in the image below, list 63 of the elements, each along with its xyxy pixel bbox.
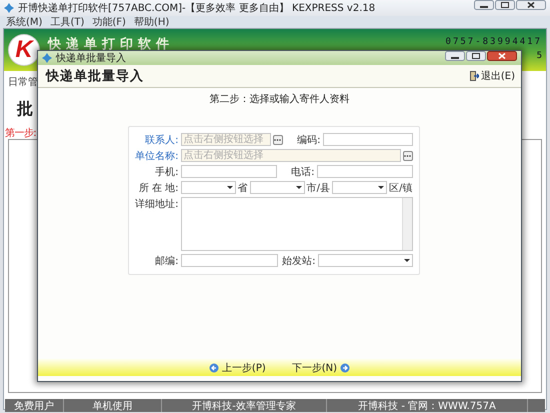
status-text: 开博科技-效率管理专家 [162,399,327,412]
field-label: 区/镇 [389,182,412,194]
dropdown[interactable] [332,181,388,194]
close-icon[interactable] [487,51,517,61]
dialog-heading: 快递单批量导入 [46,68,144,85]
field-label: 手机: [154,166,178,178]
exit-button[interactable]: 退出(E) [470,69,515,83]
input-field[interactable] [180,254,278,267]
dropdown[interactable] [180,181,236,194]
field-label: 联系人: [144,134,178,146]
dropdown[interactable] [318,254,412,267]
input-field[interactable] [180,165,276,178]
text-area[interactable] [180,197,412,251]
exit-icon [470,71,479,81]
phone-number: 0757-83994417 [446,37,542,47]
minimize-icon[interactable] [474,0,494,10]
minimize-icon[interactable] [445,51,465,61]
field-label: 单位名称: [134,150,178,162]
dialog-title: 快递单批量导入 [56,52,127,65]
menu-item[interactable]: 工具(T) [50,15,84,29]
menu-item[interactable]: 帮助(H) [134,15,170,29]
input-field[interactable]: 点击右侧按钮选择 [180,149,400,162]
maximize-icon[interactable] [466,51,486,61]
close-icon[interactable] [516,0,546,10]
step-title: 第二步：选择或输入寄件人资料 [208,92,350,107]
logo: K [9,35,39,65]
picker-button[interactable] [402,150,412,160]
caret-icon [404,259,410,262]
app-icon [4,3,14,13]
field-label: 省 [238,182,248,194]
picker-button[interactable] [272,134,282,144]
input-field[interactable]: 点击右侧按钮选择 [180,133,270,146]
dropdown[interactable] [250,181,305,194]
status-text: 单机使用 [64,399,162,412]
menu-item[interactable]: 功能(F) [92,15,126,29]
field-label: 电话: [290,166,314,178]
window-title: 开博快递单打印软件[757ABC.COM]-【更多效率 更多自由】 KEXPRESS v2.18 [18,2,376,15]
field-label: 市/县 [306,182,330,194]
phone-number: 5 [536,51,542,61]
field-label: 所 在 地: [138,182,178,194]
field-label: 详细地址: [134,198,178,211]
input-field[interactable] [316,165,412,178]
step-label: 第一步: [5,126,36,140]
caret-icon [226,186,233,189]
field-label: 编码: [296,134,320,146]
app-icon [42,53,52,63]
menu-item[interactable]: 系统(M) [6,15,42,29]
page-heading: 批 [17,99,33,120]
caret-icon [296,186,302,189]
next-button[interactable]: 下一步(N) [292,360,350,374]
left-arrow-icon [208,362,219,372]
input-field[interactable] [322,133,412,146]
app-name: 快递单打印软件 [48,36,174,52]
scrollbar[interactable] [402,198,412,250]
tab-label[interactable]: 日常管 [8,75,38,89]
field-label: 始发站: [281,254,316,268]
previous-button[interactable]: 上一步(P) [208,360,266,374]
status-text: 开博科技 - 官网：WWW.757A [327,399,528,412]
field-label: 邮编: [154,254,178,268]
right-arrow-icon [340,362,350,372]
caret-icon [378,186,384,189]
status-text: 免费用户 [5,399,64,412]
maximize-icon[interactable] [495,0,515,10]
